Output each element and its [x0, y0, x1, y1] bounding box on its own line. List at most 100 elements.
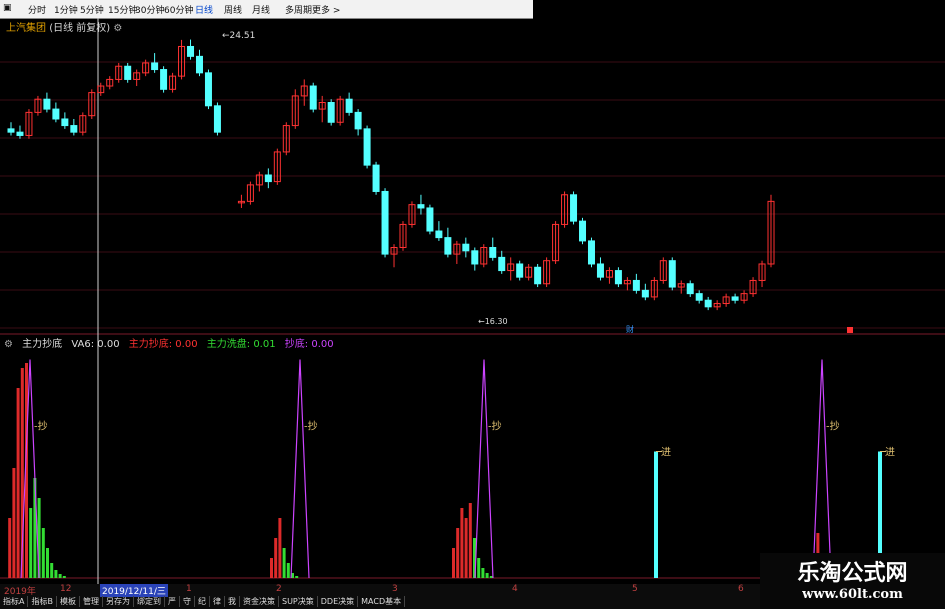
candle-49 [462, 243, 470, 252]
buy-signal-0: -抄 [34, 420, 48, 433]
low-label: ←16.30 [478, 317, 508, 326]
tab-12[interactable]: SUP决策 [279, 596, 318, 607]
indicator-header: ⚙ 主力抄底 VA6: 0.00 主力抄底: 0.00 主力洗盘: 0.01 抄… [4, 335, 340, 350]
candle-68 [632, 279, 640, 291]
tab-8[interactable]: 纪 [195, 596, 210, 607]
candle-34 [327, 102, 335, 123]
indicator-main-sell: 主力抄底: 0.00 [128, 339, 198, 350]
candle-44 [417, 204, 425, 209]
candle-40 [381, 190, 389, 255]
candle-61 [570, 194, 578, 222]
tab-1[interactable]: 指标B [28, 596, 57, 607]
bar-green-5 [29, 508, 33, 578]
candle-38 [363, 128, 371, 166]
candle-36 [345, 98, 353, 113]
candle-27 [264, 174, 272, 183]
candle-69 [641, 289, 649, 298]
date-label-6: 4 [512, 584, 518, 594]
bar-red-22 [456, 528, 460, 578]
bar-green-18 [286, 563, 290, 578]
jin-signal-5: 进 [885, 447, 895, 459]
tab-4[interactable]: 另存为 [103, 596, 134, 607]
bar-red-1 [12, 468, 16, 578]
bar-green-10 [50, 563, 54, 578]
tab-13[interactable]: DDE决策 [318, 596, 359, 607]
bar-red-21 [452, 548, 455, 578]
tab-11[interactable]: 资金决策 [240, 596, 279, 607]
tab-2[interactable]: 模板 [57, 596, 80, 607]
candle-21 [195, 55, 203, 74]
indicator-gear-icon[interactable]: ⚙ [4, 339, 13, 350]
date-label-1: 12 [60, 584, 72, 594]
bar-green-27 [477, 558, 481, 578]
event-marker-2 [847, 327, 853, 333]
indicator-va6: VA6: 0.00 [71, 339, 120, 350]
bar-red-23 [460, 508, 464, 578]
buy-spike-3 [812, 359, 832, 579]
candle-37 [354, 111, 362, 130]
candle-13 [124, 65, 132, 80]
bar-green-17 [282, 548, 286, 578]
date-label-7: 5 [632, 584, 638, 594]
bar-red-16 [278, 518, 282, 578]
candle-23 [213, 105, 221, 133]
high-label: ←24.51 [222, 31, 255, 41]
candle-6 [61, 118, 69, 127]
candle-55 [516, 263, 524, 278]
candle-17 [160, 69, 168, 90]
candle-64 [596, 263, 604, 278]
bar-green-29 [485, 573, 489, 578]
tab-7[interactable]: 守 [180, 596, 195, 607]
watermark: 乐淘公式网 www.60lt.com [760, 553, 945, 609]
bar-red-15 [274, 538, 278, 578]
bar-green-28 [481, 568, 485, 578]
buy-signal-3: -抄 [826, 420, 840, 433]
bar-red-0 [8, 518, 12, 578]
buy-spike-2 [474, 359, 494, 579]
candle-63 [587, 240, 595, 265]
bar-green-11 [54, 570, 58, 578]
date-axis: 2019年 12 2019/12/11/三 1 2 3 4 5 6 [0, 584, 760, 597]
candle-39 [372, 164, 380, 192]
tab-0[interactable]: 指标A [0, 596, 29, 607]
indicator-name: 主力抄底 [22, 339, 63, 350]
candle-62 [579, 220, 587, 242]
candle-32 [309, 85, 317, 110]
event-marker: 财 [626, 324, 634, 334]
chart-canvas: ←24.51 ←16.30 财 -抄 -抄 -抄 -抄进 进 [0, 18, 945, 584]
indicator-chao: 抄底: 0.00 [284, 339, 334, 350]
bar-red-25 [468, 503, 472, 578]
tab-10[interactable]: 我 [225, 596, 240, 607]
bar-green-8 [41, 528, 45, 578]
candle-47 [444, 237, 452, 255]
bar-red-2 [16, 388, 20, 578]
tab-9[interactable]: 律 [210, 596, 225, 607]
candle-45 [426, 207, 434, 232]
candle-74 [686, 283, 694, 295]
candle-0 [7, 128, 15, 133]
tab-14[interactable]: MACD基本 [358, 596, 406, 607]
buy-spike-1 [290, 359, 310, 579]
date-label-8: 6 [738, 584, 744, 594]
date-label-5: 3 [392, 584, 398, 594]
candle-79 [731, 296, 739, 301]
jin-spike-4 [654, 451, 658, 578]
candle-4 [43, 98, 51, 110]
candle-5 [52, 108, 60, 120]
date-label-3: 1 [186, 584, 192, 594]
indicator-tabs: 指标A 指标B 模板 管理 另存为 绑定到严守纪律我资金决策 SUP决策 DDE决策 MACD基… [0, 596, 406, 607]
jin-signal-4: 进 [661, 447, 671, 459]
tab-5[interactable]: 绑定到 [134, 596, 165, 607]
candle-53 [498, 256, 506, 272]
indicator-main-wash: 主力洗盘: 0.01 [206, 339, 276, 350]
candle-66 [614, 270, 622, 285]
bar-green-13 [62, 576, 66, 578]
candle-75 [695, 293, 703, 301]
buy-signal-2: -抄 [488, 420, 502, 433]
tab-6[interactable]: 严 [165, 596, 180, 607]
candle-57 [534, 266, 542, 285]
candle-52 [489, 247, 497, 258]
tab-3[interactable]: 管理 [80, 596, 103, 607]
candle-22 [204, 72, 212, 107]
candle-46 [435, 230, 443, 239]
